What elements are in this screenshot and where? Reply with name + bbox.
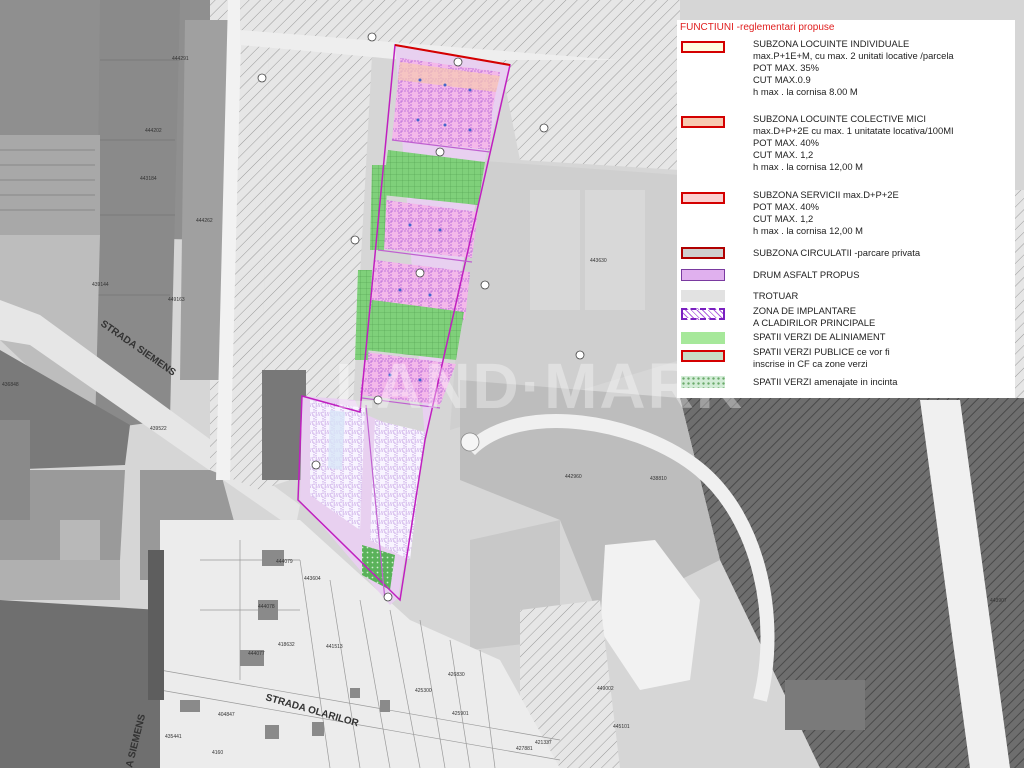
legend-line: SUBZONA LOCUINTE COLECTIVE MICI [753, 113, 926, 124]
parcel-id: 443184 [140, 176, 157, 182]
legend-line: CUT MAX. 1,2 [753, 149, 814, 160]
legend-line: POT MAX. 35% [753, 62, 819, 73]
legend-text-circulatii: SUBZONA CIRCULATII -parcare privata [753, 247, 920, 259]
swatch-drum-asfalt [681, 269, 725, 281]
parcel-id: 427881 [516, 746, 533, 752]
legend-line: SPATII VERZI PUBLICE ce vor fi [753, 346, 890, 357]
legend-line: ZONA DE IMPLANTARE [753, 305, 856, 316]
legend-text-spatii-verzi-publice: SPATII VERZI PUBLICE ce vor fi inscrise … [753, 346, 890, 370]
legend-line: h max . la cornisa 12,00 M [753, 161, 863, 172]
parcel-id: 435441 [165, 734, 182, 740]
parcel-id: 443630 [590, 258, 607, 264]
parcel-id: 418632 [278, 642, 295, 648]
legend-line: TROTUAR [753, 290, 799, 301]
legend-line: CUT MAX.0.9 [753, 74, 811, 85]
parcel-id: 444262 [196, 218, 213, 224]
swatch-spatii-verzi-aliniament [681, 332, 725, 344]
legend-line: SUBZONA SERVICII max.D+P+2E [753, 189, 899, 200]
legend-line: CUT MAX. 1,2 [753, 213, 814, 224]
parcel-id: 443907 [990, 598, 1007, 604]
legend-text-spatii-verzi-amenajate: SPATII VERZI amenajate in incinta [753, 376, 898, 388]
swatch-locuinte-individuale [681, 41, 725, 53]
legend-text-drum-asfalt: DRUM ASFALT PROPUS [753, 269, 859, 281]
parcel-id: 4160 [212, 750, 223, 756]
legend-line: SUBZONA CIRCULATII -parcare privata [753, 247, 921, 258]
swatch-zona-implantare [681, 308, 725, 320]
legend-line: inscrise in CF ca zone verzi [753, 358, 868, 369]
parcel-id: 445101 [613, 724, 630, 730]
legend-line: DRUM ASFALT PROPUS [753, 269, 860, 280]
parcel-id: 444077 [248, 651, 265, 657]
swatch-spatii-verzi-publice [681, 350, 725, 362]
parcel-id: 436848 [2, 382, 19, 388]
parcel-id: 439522 [150, 426, 167, 432]
legend-text-spatii-verzi-aliniament: SPATII VERZI DE ALINIAMENT [753, 331, 886, 343]
swatch-servicii [681, 192, 725, 204]
swatch-trotuar [681, 290, 725, 302]
parcel-id: 441513 [326, 644, 343, 650]
swatch-locuinte-colective [681, 116, 725, 128]
parcel-id: 438810 [650, 476, 667, 482]
swatch-circulatii [681, 247, 725, 259]
legend-line: POT MAX. 40% [753, 137, 819, 148]
legend-line: SUBZONA LOCUINTE INDIVIDUALE [753, 38, 910, 49]
parcel-id: 444079 [276, 559, 293, 565]
swatch-spatii-verzi-amenajate [681, 376, 725, 388]
parcel-id: 444291 [172, 56, 189, 62]
legend-line: h max . la cornisa 8.00 M [753, 86, 858, 97]
parcel-id: 449163 [168, 297, 185, 303]
legend-line: SPATII VERZI DE ALINIAMENT [753, 331, 886, 342]
parcel-id: 425300 [415, 688, 432, 694]
legend-text-zona-implantare: ZONA DE IMPLANTARE A CLADIRILOR PRINCIPA… [753, 305, 875, 329]
legend-text-servicii: SUBZONA SERVICII max.D+P+2E POT MAX. 40%… [753, 189, 899, 237]
legend-panel: FUNCTIUNI -reglementari propuse SUBZONA … [677, 20, 1015, 398]
parcel-id: 444078 [258, 604, 275, 610]
legend-line: max.P+1E+M, cu max. 2 unitati locative /… [753, 50, 954, 61]
parcel-id: 426830 [448, 672, 465, 678]
map-screen: STRADA SIEMENS STRADA OLARILOR A SIEMENS… [0, 0, 1024, 768]
parcel-id: 425901 [452, 711, 469, 717]
legend-text-locuinte-colective: SUBZONA LOCUINTE COLECTIVE MICI max.D+P+… [753, 113, 954, 173]
parcel-id: 421337 [535, 740, 552, 746]
parcel-id: 442960 [565, 474, 582, 480]
legend-line: SPATII VERZI amenajate in incinta [753, 376, 898, 387]
parcel-id: 444202 [145, 128, 162, 134]
legend-line: max.D+P+2E cu max. 1 unitatate locativa/… [753, 125, 954, 136]
legend-title: FUNCTIUNI -reglementari propuse [680, 22, 835, 33]
legend-text-locuinte-individuale: SUBZONA LOCUINTE INDIVIDUALE max.P+1E+M,… [753, 38, 954, 98]
parcel-id: 449002 [597, 686, 614, 692]
legend-line: h max . la cornisa 12,00 M [753, 225, 863, 236]
parcel-id: 439144 [92, 282, 109, 288]
parcel-id: 404847 [218, 712, 235, 718]
legend-line: POT MAX. 40% [753, 201, 819, 212]
parcel-id: 443604 [304, 576, 321, 582]
legend-text-trotuar: TROTUAR [753, 290, 798, 302]
legend-line: A CLADIRILOR PRINCIPALE [753, 317, 876, 328]
